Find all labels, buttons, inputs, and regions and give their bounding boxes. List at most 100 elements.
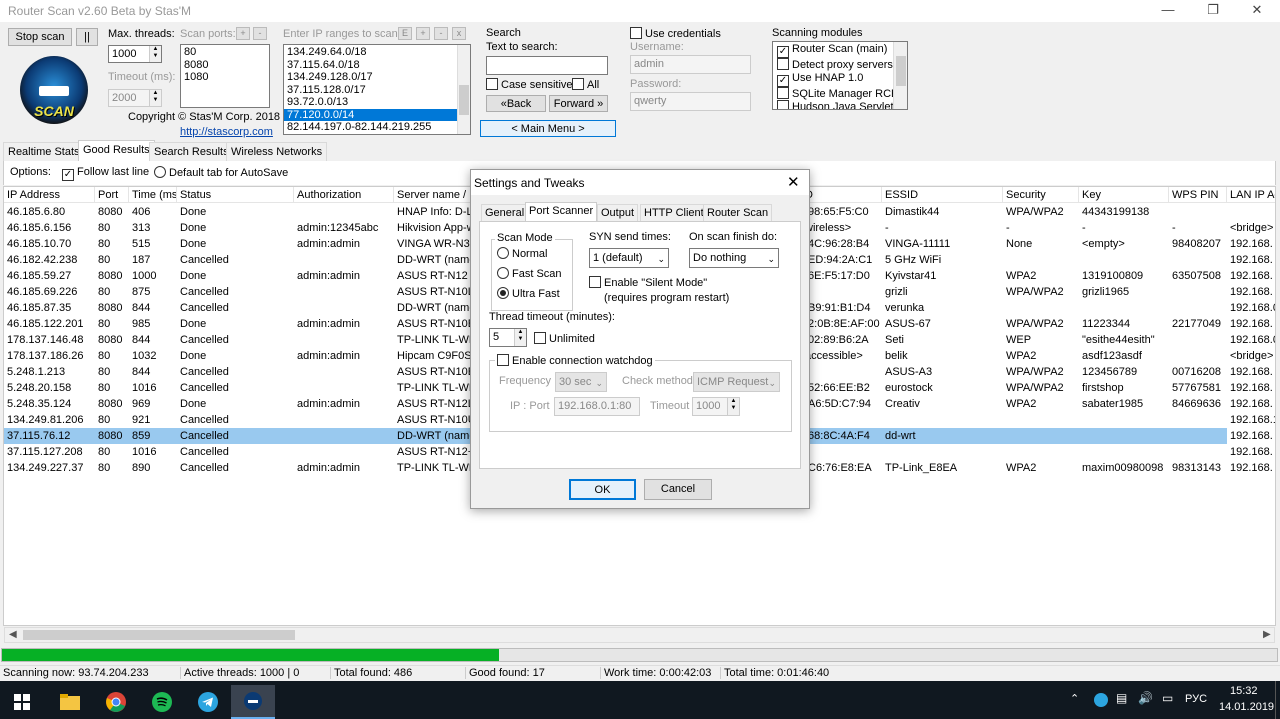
dialog-close-icon[interactable]: ✕: [787, 173, 800, 191]
column-header[interactable]: Authorization: [294, 187, 394, 203]
ip-port-input[interactable]: 192.168.0.1:80: [554, 397, 640, 416]
back-button[interactable]: «Back: [486, 95, 546, 112]
thread-timeout-stepper[interactable]: ▲ ▼: [514, 329, 526, 346]
cancel-button[interactable]: Cancel: [644, 479, 712, 500]
column-header[interactable]: Key: [1079, 187, 1169, 203]
module-checkbox[interactable]: [777, 100, 789, 109]
column-header[interactable]: WPS PIN: [1169, 187, 1227, 203]
all-checkbox[interactable]: All: [572, 78, 599, 92]
unlimited-checkbox[interactable]: Unlimited: [534, 332, 595, 346]
watchdog-checkbox[interactable]: Enable connection watchdog: [495, 354, 655, 368]
tray-language[interactable]: РУС: [1185, 693, 1207, 705]
ip-ranges-list[interactable]: 134.249.64.0/18 37.115.64.0/18 134.249.128…: [283, 44, 471, 135]
stop-scan-button[interactable]: Stop scan: [8, 28, 72, 46]
tray-network-icon[interactable]: ▤: [1116, 691, 1127, 705]
modules-scrollbar[interactable]: [893, 42, 907, 109]
show-desktop-button[interactable]: [1275, 681, 1280, 719]
telegram-icon[interactable]: [186, 685, 230, 719]
ip-list-scrollbar[interactable]: [457, 45, 470, 134]
column-header[interactable]: Time (ms): [129, 187, 177, 203]
tray-date[interactable]: 14.01.2019: [1219, 701, 1274, 713]
module-checkbox[interactable]: ✓: [777, 46, 789, 58]
tray-time[interactable]: 15:32: [1230, 685, 1258, 697]
remove-port-button[interactable]: -: [253, 27, 267, 40]
module-item[interactable]: Hudson Java Servlet: [773, 100, 907, 109]
ip-range-item[interactable]: 82.144.197.0-82.144.219.255: [284, 121, 470, 134]
column-header[interactable]: IP Address: [4, 187, 95, 203]
tray-chevron-icon[interactable]: ⌃: [1070, 692, 1079, 705]
forward-button[interactable]: Forward »: [549, 95, 608, 112]
add-range-button[interactable]: +: [416, 27, 430, 40]
port-item[interactable]: 1080: [181, 71, 269, 84]
dialog-tab-http-client[interactable]: HTTP Client: [640, 204, 708, 221]
spotify-icon[interactable]: [140, 685, 184, 719]
chrome-icon[interactable]: [94, 685, 138, 719]
ok-button[interactable]: OK: [569, 479, 636, 500]
column-header[interactable]: Security: [1003, 187, 1079, 203]
minimize-icon[interactable]: —: [1145, 0, 1191, 22]
module-checkbox[interactable]: [777, 58, 789, 70]
column-header[interactable]: ESSID: [882, 187, 1003, 203]
router-scan-taskbar-icon[interactable]: [231, 685, 275, 719]
password-input[interactable]: qwerty: [630, 92, 751, 111]
scroll-right-icon[interactable]: ▶: [1263, 629, 1271, 640]
file-explorer-icon[interactable]: [48, 685, 92, 719]
dialog-tab-general[interactable]: General: [481, 204, 529, 221]
module-checkbox[interactable]: [777, 86, 789, 99]
case-sensitive-checkbox[interactable]: Case sensitive: [486, 78, 573, 92]
follow-last-checkbox[interactable]: ✓ Follow last line: [62, 166, 149, 181]
tab-realtime-stats[interactable]: Realtime Stats: [3, 142, 85, 161]
check-method-select[interactable]: ICMP Request ⌄: [693, 372, 780, 392]
windows-start-icon[interactable]: [0, 685, 44, 719]
watchdog-timeout-stepper[interactable]: ▲ ▼: [727, 398, 739, 415]
modules-list[interactable]: ✓ Router Scan (main) Detect proxy servers ✓…: [772, 41, 908, 110]
module-item[interactable]: ✓ Router Scan (main): [773, 43, 907, 58]
scroll-left-icon[interactable]: ◀: [9, 629, 17, 640]
max-threads-stepper[interactable]: ▲ ▼: [149, 46, 161, 62]
site-link[interactable]: http://stascorp.com: [180, 126, 273, 139]
port-item[interactable]: 80: [181, 46, 269, 59]
column-header[interactable]: D: [802, 187, 882, 203]
maximize-icon[interactable]: ❐: [1190, 0, 1236, 22]
tab-wireless-networks[interactable]: Wireless Networks: [226, 142, 328, 161]
ip-range-item[interactable]: 134.249.64.0/18: [284, 46, 470, 59]
syn-select[interactable]: 1 (default) ⌄: [589, 248, 669, 268]
dialog-tab-output[interactable]: Output: [597, 204, 639, 221]
username-input[interactable]: admin: [630, 55, 751, 74]
edit-range-button[interactable]: E: [398, 27, 412, 40]
finish-select[interactable]: Do nothing ⌄: [689, 248, 779, 268]
tray-volume-icon[interactable]: 🔊: [1138, 691, 1153, 705]
module-item[interactable]: Detect proxy servers: [773, 58, 907, 72]
close-icon[interactable]: ✕: [1234, 0, 1280, 22]
dialog-tab-port-scanner[interactable]: Port Scanner: [525, 202, 598, 222]
column-header[interactable]: Port: [95, 187, 129, 203]
silent-mode-checkbox[interactable]: Enable "Silent Mode": [589, 276, 707, 290]
mode-normal-radio[interactable]: Normal: [497, 247, 547, 261]
use-credentials-checkbox[interactable]: Use credentials: [630, 27, 721, 41]
dialog-tab-router-scan[interactable]: Router Scan: [703, 204, 773, 221]
tab-good-results[interactable]: Good Results: [78, 140, 155, 162]
tray-telegram-icon[interactable]: [1094, 693, 1108, 707]
column-header[interactable]: LAN IP Ac: [1227, 187, 1275, 203]
module-item[interactable]: ✓ Use HNAP 1.0: [773, 72, 907, 87]
ip-range-item[interactable]: 37.115.64.0/18: [284, 59, 470, 72]
timeout-stepper[interactable]: ▲ ▼: [149, 90, 161, 106]
ip-range-item[interactable]: 77.120.0.0/14: [284, 108, 470, 121]
clear-ranges-button[interactable]: x: [452, 27, 466, 40]
scroll-thumb[interactable]: [23, 630, 295, 640]
module-checkbox[interactable]: ✓: [777, 74, 789, 87]
main-menu-button[interactable]: < Main Menu >: [480, 120, 616, 137]
ip-range-item[interactable]: 93.72.0.0/13: [284, 96, 470, 109]
ip-range-item[interactable]: 134.249.128.0/17: [284, 71, 470, 84]
frequency-select[interactable]: 30 sec ⌄: [555, 372, 607, 392]
port-item[interactable]: 8080: [181, 59, 269, 72]
default-tab-radio[interactable]: Default tab for AutoSave: [154, 166, 288, 180]
ip-range-item[interactable]: 37.115.128.0/17: [284, 84, 470, 97]
search-input[interactable]: [486, 56, 608, 75]
horizontal-scrollbar[interactable]: ◀ ▶: [4, 627, 1275, 643]
column-header[interactable]: Status: [177, 187, 294, 203]
add-port-button[interactable]: +: [236, 27, 250, 40]
tray-battery-icon[interactable]: ▭: [1162, 691, 1173, 705]
tab-search-results[interactable]: Search Results: [149, 142, 234, 161]
remove-range-button[interactable]: -: [434, 27, 448, 40]
